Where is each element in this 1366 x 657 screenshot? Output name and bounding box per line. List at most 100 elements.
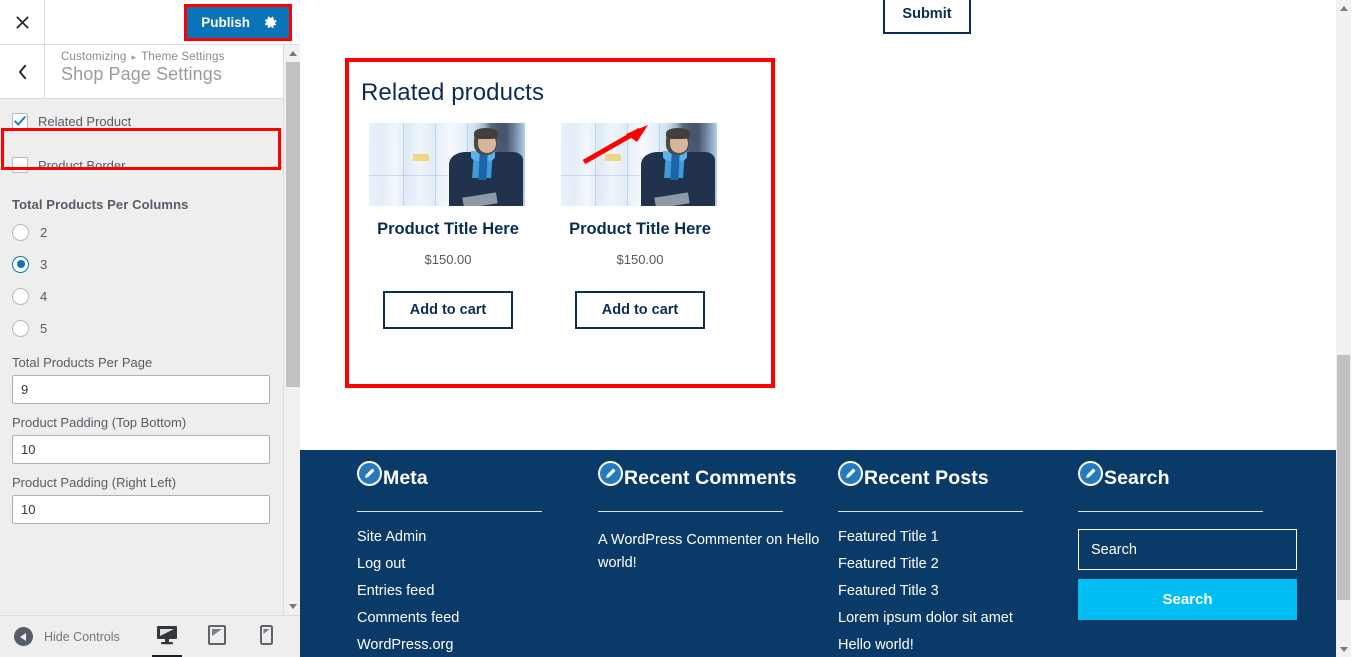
related-products-section: Related products Product Title Here $150… bbox=[345, 58, 775, 388]
radio-label: 4 bbox=[40, 288, 48, 304]
checkbox-product-border[interactable] bbox=[12, 157, 28, 173]
search-button[interactable]: Search bbox=[1078, 579, 1297, 620]
customizer-screen: Publish Customizing ▸ Theme Settings Sho… bbox=[0, 0, 1366, 657]
radio-columns-5[interactable]: 5 bbox=[0, 312, 287, 344]
submit-button[interactable]: Submit bbox=[883, 0, 971, 34]
site-preview: Submit Related products Product Title He… bbox=[300, 0, 1351, 657]
scroll-up-icon[interactable] bbox=[1336, 0, 1351, 16]
label-product-padding-top-bottom: Product Padding (Top Bottom) bbox=[12, 415, 187, 430]
label-product-padding-right-left: Product Padding (Right Left) bbox=[12, 475, 177, 490]
widget-title: Recent Comments bbox=[624, 466, 797, 489]
product-title[interactable]: Product Title Here bbox=[561, 219, 719, 241]
breadcrumb-parent[interactable]: Theme Settings bbox=[141, 51, 224, 63]
widget-meta: Meta Site Admin Log out Entries feed Com… bbox=[357, 458, 598, 657]
divider bbox=[1078, 511, 1263, 512]
close-icon[interactable] bbox=[0, 0, 45, 44]
control-related-product[interactable]: Related Product bbox=[0, 99, 287, 143]
mobile-icon bbox=[260, 625, 274, 645]
add-to-cart-button[interactable]: Add to cart bbox=[575, 290, 705, 329]
comment-on-word: on bbox=[762, 532, 787, 548]
check-icon bbox=[14, 116, 26, 126]
scrollbar-thumb[interactable] bbox=[286, 62, 300, 387]
product-grid: Product Title Here $150.00 Add to cart P… bbox=[349, 107, 771, 329]
annotation-arrow bbox=[582, 125, 648, 165]
gear-icon[interactable] bbox=[264, 16, 278, 30]
device-mobile-button[interactable] bbox=[252, 618, 282, 656]
customizer-header: Publish bbox=[0, 0, 300, 45]
comment-author[interactable]: A WordPress Commenter bbox=[598, 532, 762, 548]
customizer-sidebar: Publish Customizing ▸ Theme Settings Sho… bbox=[0, 0, 300, 657]
page-title: Shop Page Settings bbox=[61, 64, 222, 84]
list-item[interactable]: Hello world! bbox=[838, 637, 1078, 653]
list-item[interactable]: Featured Title 2 bbox=[838, 556, 1078, 572]
widget-title: Meta bbox=[383, 466, 428, 489]
controls-panel: Related Product Product Border Total Pro… bbox=[0, 99, 287, 615]
label-related-product: Related Product bbox=[38, 113, 132, 129]
product-price: $150.00 bbox=[616, 251, 664, 267]
edit-pencil-icon[interactable] bbox=[1078, 461, 1103, 486]
edit-pencil-icon[interactable] bbox=[357, 461, 382, 486]
control-product-border[interactable]: Product Border bbox=[0, 143, 287, 187]
recent-comment-entry: A WordPress Commenter on Hello world! bbox=[598, 529, 820, 576]
divider bbox=[598, 511, 783, 512]
scroll-down-icon[interactable] bbox=[1336, 641, 1351, 657]
add-to-cart-button[interactable]: Add to cart bbox=[383, 290, 513, 329]
product-title[interactable]: Product Title Here bbox=[369, 219, 527, 241]
widget-title: Recent Posts bbox=[864, 466, 989, 489]
site-footer: Meta Site Admin Log out Entries feed Com… bbox=[300, 450, 1351, 657]
label-total-products-per-page: Total Products Per Page bbox=[12, 355, 153, 370]
publish-highlight: Publish bbox=[184, 4, 292, 41]
product-image[interactable] bbox=[369, 123, 525, 206]
list-item[interactable]: Log out bbox=[357, 556, 598, 572]
edit-pencil-icon[interactable] bbox=[838, 461, 863, 486]
related-products-heading: Related products bbox=[361, 79, 545, 106]
back-button[interactable] bbox=[0, 45, 45, 98]
device-preview-group bbox=[151, 618, 282, 657]
list-item[interactable]: Lorem ipsum dolor sit amet bbox=[838, 610, 1078, 626]
widget-search: Search Search bbox=[1078, 458, 1297, 657]
label-product-border: Product Border bbox=[38, 157, 126, 173]
radio-icon-selected[interactable] bbox=[12, 255, 29, 273]
footer-widget-row: Meta Site Admin Log out Entries feed Com… bbox=[300, 450, 1351, 657]
device-desktop-button[interactable] bbox=[151, 618, 182, 657]
checkbox-related-product[interactable] bbox=[12, 113, 28, 129]
collapse-icon bbox=[14, 627, 33, 646]
radio-label: 3 bbox=[40, 256, 48, 272]
input-product-padding-right-left[interactable] bbox=[12, 495, 270, 524]
list-item[interactable]: Entries feed bbox=[357, 583, 598, 599]
radio-columns-2[interactable]: 2 bbox=[0, 216, 287, 248]
sidebar-scrollbar[interactable] bbox=[283, 45, 300, 615]
radio-icon[interactable] bbox=[12, 287, 29, 305]
input-total-products-per-page[interactable] bbox=[12, 375, 270, 404]
radio-icon[interactable] bbox=[12, 319, 29, 337]
widget-recent-posts: Recent Posts Featured Title 1 Featured T… bbox=[838, 458, 1078, 657]
breadcrumb: Customizing ▸ Theme Settings bbox=[61, 51, 225, 63]
publish-label: Publish bbox=[201, 15, 250, 30]
divider bbox=[838, 511, 1023, 512]
list-item[interactable]: Site Admin bbox=[357, 529, 598, 545]
product-card: Product Title Here $150.00 Add to cart bbox=[369, 123, 527, 329]
publish-button[interactable]: Publish bbox=[187, 7, 289, 38]
hide-controls-button[interactable]: Hide Controls bbox=[0, 627, 120, 646]
breadcrumb-root[interactable]: Customizing bbox=[61, 51, 126, 63]
radio-icon[interactable] bbox=[12, 223, 29, 241]
tablet-icon bbox=[207, 625, 226, 645]
desktop-icon bbox=[156, 626, 177, 645]
meta-link-list: Site Admin Log out Entries feed Comments… bbox=[357, 529, 598, 653]
radio-columns-3[interactable]: 3 bbox=[0, 248, 287, 280]
input-product-padding-top-bottom[interactable] bbox=[12, 435, 270, 464]
list-item[interactable]: Featured Title 3 bbox=[838, 583, 1078, 599]
edit-pencil-icon[interactable] bbox=[598, 461, 623, 486]
preview-scrollbar[interactable] bbox=[1336, 0, 1351, 657]
scrollbar-thumb[interactable] bbox=[1337, 355, 1350, 600]
list-item[interactable]: Comments feed bbox=[357, 610, 598, 626]
label-total-products-per-columns: Total Products Per Columns bbox=[12, 197, 189, 212]
product-price: $150.00 bbox=[424, 251, 472, 267]
scroll-down-icon[interactable] bbox=[284, 598, 301, 615]
device-tablet-button[interactable] bbox=[202, 618, 232, 656]
list-item[interactable]: Featured Title 1 bbox=[838, 529, 1078, 545]
list-item[interactable]: WordPress.org bbox=[357, 637, 598, 653]
search-input[interactable] bbox=[1078, 529, 1297, 570]
scroll-up-icon[interactable] bbox=[284, 45, 301, 62]
radio-columns-4[interactable]: 4 bbox=[0, 280, 287, 312]
